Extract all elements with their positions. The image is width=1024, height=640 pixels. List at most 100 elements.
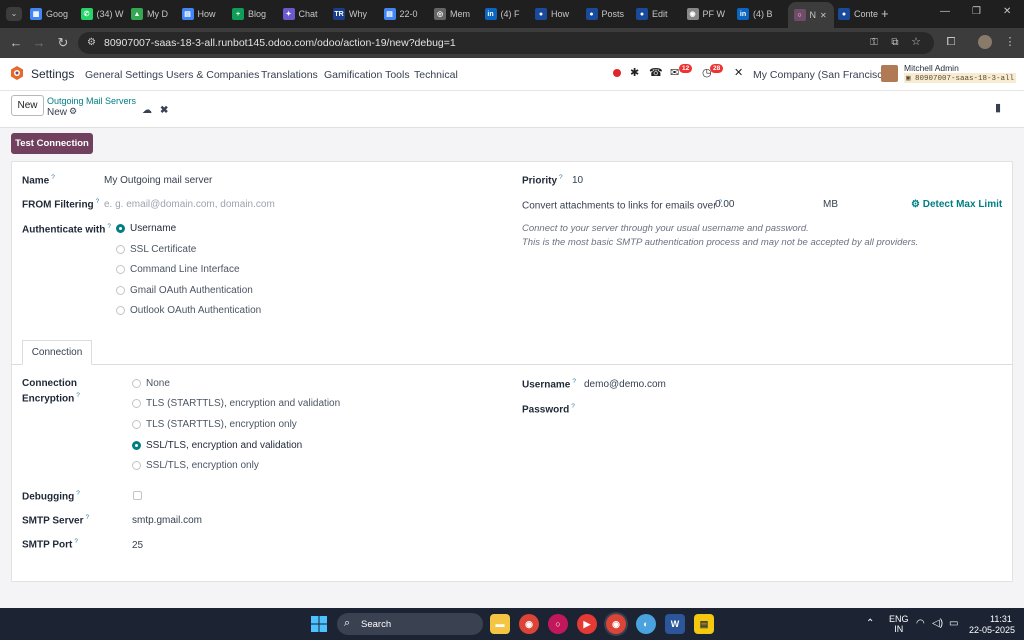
from-filtering-input[interactable]: e. g. email@domain.com, domain.com bbox=[104, 199, 275, 210]
priority-input[interactable]: 10 bbox=[572, 175, 583, 186]
install-app-icon[interactable]: ⧉ bbox=[887, 36, 903, 50]
browser-tab[interactable]: ● Conte bbox=[838, 4, 882, 24]
new-record-button[interactable]: New bbox=[11, 95, 44, 116]
profile-avatar-icon[interactable] bbox=[978, 35, 992, 49]
back-arrow-icon[interactable]: ← bbox=[8, 36, 24, 50]
bookmark-star-icon[interactable]: ☆ bbox=[908, 35, 924, 49]
help-tooltip-icon[interactable]: ? bbox=[107, 223, 111, 230]
encryption-option-none[interactable]: None bbox=[146, 378, 170, 389]
browser-menu-icon[interactable]: ⋮ bbox=[1002, 35, 1018, 49]
browser-tab[interactable]: ▦ Goog bbox=[30, 4, 74, 24]
user-name[interactable]: Mitchell Admin bbox=[904, 63, 959, 73]
menu-translations[interactable]: Translations bbox=[261, 69, 318, 81]
encryption-radio-starttls-validation[interactable] bbox=[132, 399, 141, 408]
browser-tab[interactable]: ▤ 22-0 bbox=[383, 4, 428, 24]
auth-radio-username[interactable] bbox=[116, 224, 125, 233]
breadcrumb-parent-link[interactable]: Outgoing Mail Servers bbox=[47, 96, 136, 106]
help-tooltip-icon[interactable]: ? bbox=[74, 538, 78, 545]
debug-bug-icon[interactable]: ✱ bbox=[630, 66, 639, 79]
app-name[interactable]: Settings bbox=[31, 67, 74, 81]
smtp-server-input[interactable]: smtp.gmail.com bbox=[132, 515, 202, 526]
volume-icon[interactable]: ◁) bbox=[932, 618, 943, 629]
chrome-icon[interactable]: ◉ bbox=[519, 614, 539, 634]
chatter-toggle-icon[interactable]: ▮ bbox=[995, 101, 1001, 114]
help-tooltip-icon[interactable]: ? bbox=[96, 198, 100, 205]
save-cloud-icon[interactable]: ☁ bbox=[142, 105, 152, 116]
browser-tab[interactable]: ◉ PF W bbox=[686, 4, 731, 24]
browser-tab[interactable]: in (4) F bbox=[484, 4, 529, 24]
app-blue-icon[interactable]: ◐ bbox=[636, 614, 656, 634]
messages-icon[interactable]: ✉ bbox=[670, 66, 679, 79]
help-tooltip-icon[interactable]: ? bbox=[76, 392, 80, 399]
encryption-option-ssl-validation[interactable]: SSL/TLS, encryption and validation bbox=[146, 440, 302, 451]
tab-connection[interactable]: Connection bbox=[22, 340, 92, 365]
auth-radio-cli[interactable] bbox=[116, 265, 125, 274]
help-tooltip-icon[interactable]: ? bbox=[51, 174, 55, 181]
extensions-icon[interactable]: ⧠ bbox=[943, 35, 959, 49]
minimize-button[interactable]: — bbox=[940, 6, 950, 17]
auth-option-gmail-oauth[interactable]: Gmail OAuth Authentication bbox=[130, 285, 253, 296]
forward-arrow-icon[interactable]: → bbox=[31, 36, 47, 50]
browser-tab[interactable]: ● How bbox=[535, 4, 579, 24]
recording-dot-icon[interactable] bbox=[613, 69, 621, 77]
browser-tab[interactable]: TR Why bbox=[333, 4, 377, 24]
browser-tab[interactable]: ▲ My D bbox=[131, 4, 175, 24]
reload-icon[interactable]: ↻ bbox=[55, 36, 71, 50]
battery-icon[interactable]: ▭ bbox=[949, 618, 958, 629]
encryption-radio-ssl-only[interactable] bbox=[132, 461, 141, 470]
help-tooltip-icon[interactable]: ? bbox=[86, 514, 90, 521]
encryption-radio-ssl-validation[interactable] bbox=[132, 441, 141, 450]
menu-technical[interactable]: Technical bbox=[414, 69, 458, 81]
debugging-checkbox[interactable] bbox=[133, 491, 142, 500]
auth-option-outlook-oauth[interactable]: Outlook OAuth Authentication bbox=[130, 305, 261, 316]
user-avatar[interactable] bbox=[881, 65, 898, 82]
language-indicator[interactable]: ENG IN bbox=[889, 614, 909, 634]
help-tooltip-icon[interactable]: ? bbox=[571, 403, 575, 410]
encryption-option-ssl-only[interactable]: SSL/TLS, encryption only bbox=[146, 460, 259, 471]
phone-icon[interactable]: ☎ bbox=[649, 66, 663, 79]
help-tooltip-icon[interactable]: ? bbox=[572, 378, 576, 385]
auth-radio-ssl-certificate[interactable] bbox=[116, 245, 125, 254]
auth-option-username[interactable]: Username bbox=[130, 223, 176, 234]
browser-tab[interactable]: ● Edit bbox=[636, 4, 680, 24]
discard-icon[interactable]: ✖ bbox=[160, 105, 168, 116]
test-connection-button[interactable]: Test Connection bbox=[11, 133, 93, 154]
chrome-active-icon[interactable]: ◉ bbox=[606, 614, 626, 634]
url-text[interactable]: 80907007-saas-18-3-all.runbot145.odoo.co… bbox=[104, 37, 456, 49]
smtp-port-input[interactable]: 25 bbox=[132, 540, 143, 551]
browser-tab[interactable]: ◎ Mem bbox=[434, 4, 478, 24]
browser-tab[interactable]: in (4) B bbox=[737, 4, 781, 24]
help-tooltip-icon[interactable]: ? bbox=[76, 490, 80, 497]
detect-max-limit-button[interactable]: ⚙ Detect Max Limit bbox=[911, 199, 1002, 210]
auth-option-ssl-certificate[interactable]: SSL Certificate bbox=[130, 244, 196, 255]
menu-gamification-tools[interactable]: Gamification Tools bbox=[324, 69, 410, 81]
close-tab-icon[interactable]: ✕ bbox=[820, 11, 827, 20]
app-circle-icon[interactable]: ○ bbox=[548, 614, 568, 634]
site-info-icon[interactable]: ⚙ bbox=[87, 37, 96, 48]
company-switcher[interactable]: My Company (San Francisco) bbox=[753, 69, 892, 81]
browser-tab[interactable]: ✦ Chat bbox=[282, 4, 327, 24]
key-icon[interactable]: ⚿ bbox=[866, 36, 882, 50]
wifi-icon[interactable]: ◠ bbox=[916, 618, 925, 629]
auth-option-cli[interactable]: Command Line Interface bbox=[130, 264, 240, 275]
tray-chevron-icon[interactable]: ⌃ bbox=[866, 618, 874, 629]
settings-app-icon[interactable] bbox=[10, 66, 24, 80]
new-tab-button[interactable]: + bbox=[881, 6, 889, 21]
word-icon[interactable]: W bbox=[665, 614, 685, 634]
encryption-radio-none[interactable] bbox=[132, 379, 141, 388]
browser-tab[interactable]: + Blog bbox=[232, 4, 276, 24]
restore-button[interactable]: ❐ bbox=[972, 6, 981, 17]
taskbar-search[interactable]: ⌕ Search bbox=[337, 613, 483, 635]
record-gear-icon[interactable]: ⚙ bbox=[69, 106, 77, 117]
browser-tab[interactable]: ✆ (34) W bbox=[80, 4, 125, 24]
encryption-radio-starttls-only[interactable] bbox=[132, 420, 141, 429]
tab-search-button[interactable]: ⌄ bbox=[6, 7, 22, 21]
browser-tab[interactable]: ○ N ✕ bbox=[787, 2, 834, 28]
auth-radio-outlook-oauth[interactable] bbox=[116, 306, 125, 315]
name-input[interactable]: My Outgoing mail server bbox=[104, 175, 212, 186]
close-window-button[interactable]: ✕ bbox=[1003, 6, 1011, 17]
attachments-limit-input[interactable]: 0.00 bbox=[715, 199, 734, 210]
auth-radio-gmail-oauth[interactable] bbox=[116, 286, 125, 295]
clock-date[interactable]: 22-05-2025 bbox=[969, 625, 1015, 635]
help-tooltip-icon[interactable]: ? bbox=[559, 174, 563, 181]
